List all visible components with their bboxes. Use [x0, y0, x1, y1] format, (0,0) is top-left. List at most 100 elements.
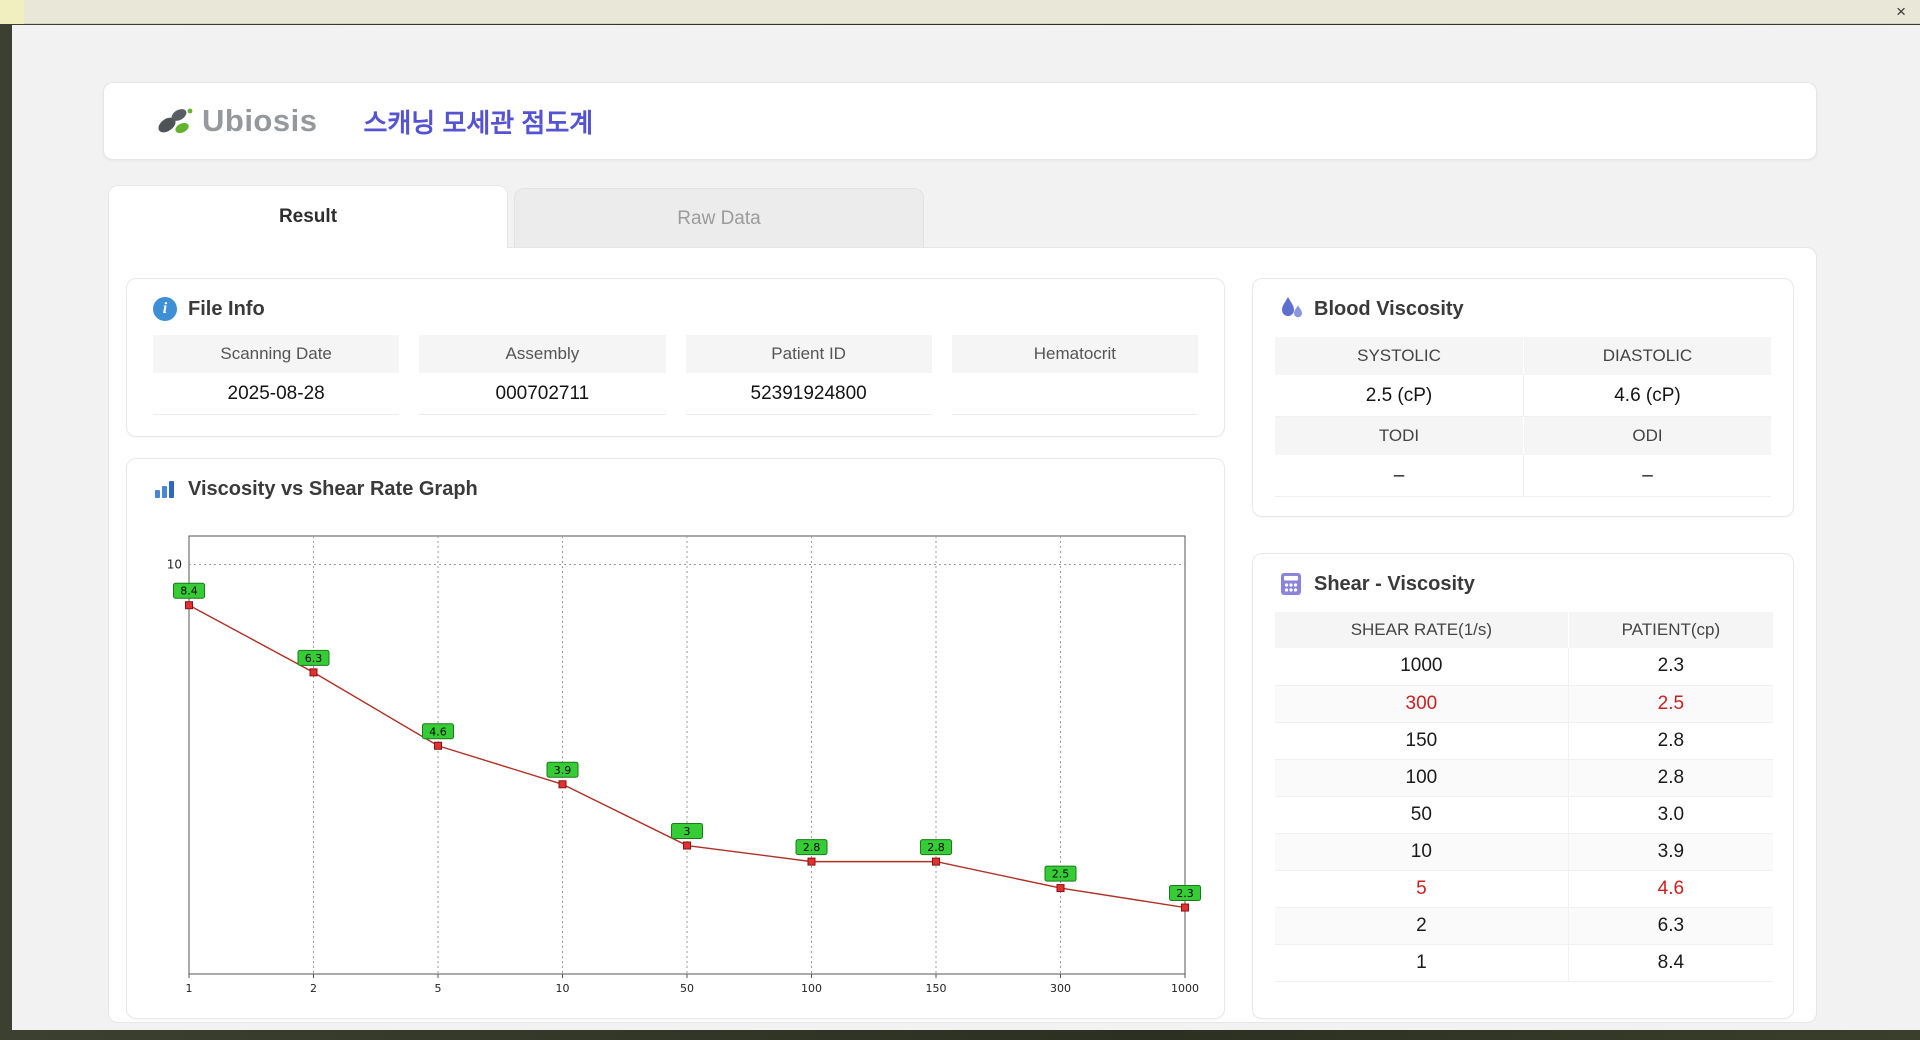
x-axis-label: 50 [680, 982, 694, 995]
blood-viscosity-card: Blood Viscosity SYSTOLIC DIASTOLIC 2.5 (cP… [1252, 278, 1794, 517]
file-info-fields: Scanning Date 2025-08-28 Assembly 000702711… [153, 335, 1198, 415]
shear-row: 2 6.3 [1275, 907, 1773, 945]
info-icon [153, 297, 177, 321]
bv-value-cell: – [1523, 455, 1771, 497]
shear-rate-cell: 10 [1275, 833, 1569, 871]
shear-viscosity-table: SHEAR RATE(1/s) PATIENT(cp) 1000 2.3 300 2.5 1… [1275, 612, 1773, 982]
shear-rate-cell: 50 [1275, 796, 1569, 834]
bv-header-cell: ODI [1523, 417, 1771, 455]
field-value [951, 373, 1198, 415]
x-axis-label: 10 [556, 982, 570, 995]
data-point-label: 2.5 [1052, 868, 1070, 881]
card-title-text: File Info [188, 297, 265, 320]
shear-patient-cell: 8.4 [1567, 944, 1773, 982]
shear-header-row: SHEAR RATE(1/s) PATIENT(cp) [1275, 612, 1773, 648]
bar-chart-icon [155, 481, 174, 498]
close-icon[interactable]: × [1892, 1, 1910, 23]
bv-header-cell: TODI [1275, 417, 1523, 455]
tab-raw-data[interactable]: Raw Data [514, 188, 924, 248]
water-drops-icon [1282, 297, 1302, 318]
bv-value-cell: 4.6 (cP) [1523, 375, 1771, 417]
shear-patient-cell: 3.9 [1567, 833, 1773, 871]
data-point-marker [683, 841, 691, 850]
file-info-title: File Info [127, 279, 1224, 321]
graph-title: Viscosity vs Shear Rate Graph [127, 459, 1224, 501]
data-point-label: 3.9 [554, 764, 572, 777]
shear-rate-cell: 2 [1275, 907, 1569, 945]
graph-card: Viscosity vs Shear Rate Graph 10 1 2 5 10 50 1… [126, 458, 1225, 1019]
shear-patient-cell: 4.6 [1567, 870, 1773, 908]
window-titlebar: × [0, 0, 1920, 24]
app-window: Ubiosis 스캐닝 모세관 점도계 Result Raw Data File… [12, 25, 1920, 1030]
shear-rate-cell: 5 [1275, 870, 1569, 908]
y-axis-label: 10 [167, 558, 182, 572]
tab-result[interactable]: Result [108, 185, 508, 248]
shear-viscosity-title: Shear - Viscosity [1253, 554, 1793, 596]
bv-value-cell: 2.5 (cP) [1275, 375, 1523, 417]
shear-row: 150 2.8 [1275, 722, 1773, 760]
field-value: 000702711 [419, 373, 666, 415]
shear-row: 300 2.5 [1275, 685, 1773, 723]
bv-header-cell: DIASTOLIC [1523, 337, 1771, 375]
file-info-card: File Info Scanning Date2025-08-28Assembl… [126, 278, 1225, 437]
data-point-label: 6.3 [305, 652, 323, 665]
data-point-label: 8.4 [180, 585, 198, 598]
data-point-marker [558, 780, 567, 789]
data-point-label: 2.3 [1176, 887, 1194, 900]
bv-value-cell: – [1275, 455, 1523, 497]
shear-header-cell: SHEAR RATE(1/s) [1275, 612, 1569, 648]
data-point-marker [932, 857, 940, 866]
shear-patient-cell: 2.5 [1567, 685, 1773, 723]
shear-rate-cell: 1000 [1275, 648, 1569, 686]
field-label: Hematocrit [951, 335, 1198, 373]
shear-header-cell: PATIENT(cp) [1567, 612, 1773, 648]
x-axis-label: 100 [801, 982, 822, 995]
file-info-field: Assembly 000702711 [419, 335, 666, 415]
shear-patient-cell: 6.3 [1567, 907, 1773, 945]
field-value: 2025-08-28 [153, 373, 400, 415]
card-title-text: Shear - Viscosity [1314, 572, 1475, 595]
file-info-field: Hematocrit [951, 335, 1198, 415]
field-label: Patient ID [685, 335, 932, 373]
blood-viscosity-grid: SYSTOLIC DIASTOLIC 2.5 (cP) 4.6 (cP) TODI ODI… [1275, 337, 1771, 497]
bv-header-cell: SYSTOLIC [1275, 337, 1523, 375]
shear-row: 10 3.9 [1275, 833, 1773, 871]
data-point-marker [434, 741, 442, 750]
data-point-marker [185, 601, 193, 610]
titlebar-accent [0, 0, 24, 24]
card-title-text: Viscosity vs Shear Rate Graph [188, 477, 478, 500]
shear-patient-cell: 2.3 [1567, 648, 1773, 686]
data-point-marker [807, 857, 816, 866]
field-label: Assembly [419, 335, 666, 373]
shear-patient-cell: 2.8 [1567, 759, 1773, 797]
x-axis-label: 1 [186, 982, 193, 995]
field-label: Scanning Date [153, 335, 400, 373]
blood-viscosity-title: Blood Viscosity [1253, 279, 1793, 321]
x-axis-label: 300 [1050, 982, 1071, 995]
shear-row: 100 2.8 [1275, 759, 1773, 797]
main-panel: File Info Scanning Date2025-08-28Assembl… [108, 247, 1817, 1023]
shear-row: 50 3.0 [1275, 796, 1773, 834]
shear-patient-cell: 3.0 [1567, 796, 1773, 834]
data-point-label: 2.8 [927, 841, 945, 854]
data-point-marker [309, 668, 318, 677]
shear-patient-cell: 2.8 [1567, 722, 1773, 760]
field-value: 52391924800 [685, 373, 932, 415]
card-title-text: Blood Viscosity [1314, 297, 1464, 320]
x-axis-label: 150 [926, 982, 947, 995]
data-point-marker [1056, 884, 1065, 893]
shear-row: 1000 2.3 [1275, 648, 1773, 686]
x-axis-label: 5 [435, 982, 442, 995]
shear-rate-cell: 150 [1275, 722, 1569, 760]
brand-text: Ubiosis [202, 103, 318, 138]
shear-rate-cell: 300 [1275, 685, 1569, 723]
data-point-label: 4.6 [429, 725, 447, 738]
viscosity-shear-chart: 10 1 2 5 10 50 100 150 300 1000 8.4 6.3 4.6 3.9 3 2.8 2.… [167, 535, 1201, 995]
app-title: 스캐닝 모세관 점도계 [363, 107, 594, 138]
data-point-marker [1181, 903, 1189, 912]
data-point-label: 3 [684, 825, 691, 838]
header-card: Ubiosis 스캐닝 모세관 점도계 [103, 82, 1817, 160]
file-info-field: Scanning Date 2025-08-28 [153, 335, 400, 415]
shear-row: 5 4.6 [1275, 870, 1773, 908]
x-axis-label: 2 [310, 982, 317, 995]
